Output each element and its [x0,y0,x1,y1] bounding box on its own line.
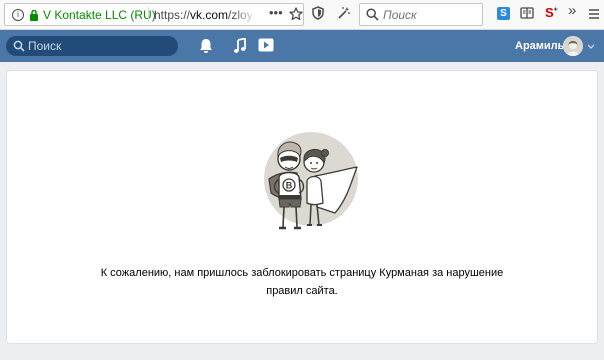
search-icon [13,40,25,52]
user-name[interactable]: Арамиль [515,40,564,52]
browser-search-box[interactable]: Поиск [359,3,483,26]
search-icon [366,8,379,21]
blocked-message-line1: К сожалению, нам пришлось заблокировать … [100,267,504,279]
vk-header: Поиск Арамиль [0,30,604,62]
overflow-chevron-icon[interactable]: » [568,2,576,19]
vk-search-placeholder: Поиск [28,39,62,53]
url-host: vk.com [190,8,229,22]
hamburger-menu-icon[interactable] [588,8,600,20]
video-play-icon[interactable] [258,38,274,52]
blocked-page-card: В К сожалению, нам пришлось заблокироват… [6,70,598,344]
extension-s2-label: S [545,5,554,20]
page-actions-icon[interactable]: ••• [269,5,283,20]
sidebar-icon[interactable] [520,7,534,19]
browser-toolbar: i V Kontakte LLC (RU) https://vk.com/zlo… [0,0,604,30]
address-separator [148,7,149,22]
url-fade [233,6,257,23]
vk-search-input[interactable]: Поиск [6,36,178,56]
magic-wand-icon[interactable] [337,6,351,20]
avatar-image [563,36,583,56]
extension-s2-sup: + [553,6,558,14]
bookmark-star-icon[interactable] [289,7,303,21]
browser-search-placeholder: Поиск [383,8,417,22]
chevron-down-icon[interactable] [587,44,595,50]
hero-badge-letter: В [286,181,293,191]
blocked-message: К сожалению, нам пришлось заблокировать … [7,264,597,300]
music-note-icon[interactable] [233,38,247,54]
superheroes-illustration: В [264,132,358,230]
notifications-bell-icon[interactable] [199,38,213,54]
info-icon[interactable]: i [12,9,24,21]
tracking-shield-icon[interactable] [312,6,324,20]
extension-s-icon[interactable]: S [497,7,510,20]
lock-icon[interactable] [29,9,39,21]
url-prefix: https:// [154,8,191,22]
site-identity[interactable]: V Kontakte LLC (RU) [43,8,156,22]
avatar[interactable] [563,36,583,56]
address-bar[interactable]: i V Kontakte LLC (RU) https://vk.com/zlo… [4,3,304,26]
extension-s2-icon[interactable]: S+ [545,5,558,20]
blocked-message-line2: правил сайта. [266,285,338,297]
